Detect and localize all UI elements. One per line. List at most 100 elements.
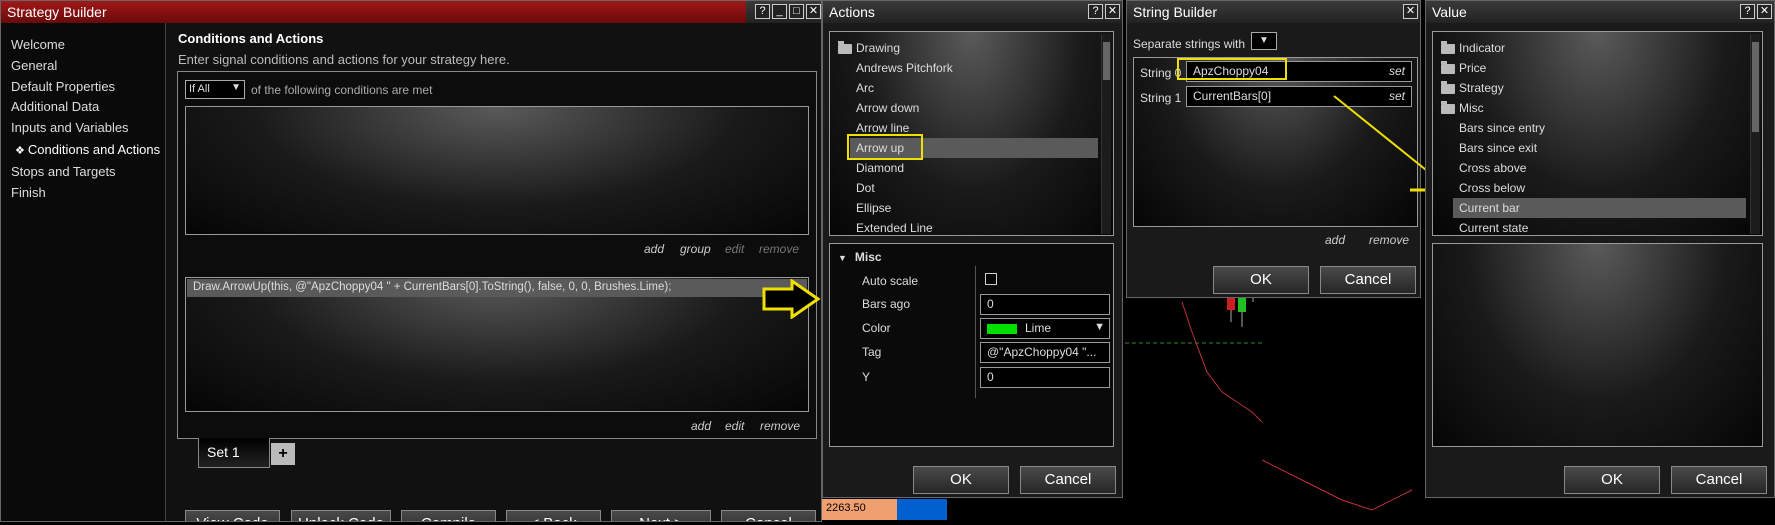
back-button[interactable]: < Back [506, 510, 601, 521]
color-swatch [987, 323, 1017, 334]
indicator-line-3 [1261, 459, 1413, 511]
bars-ago-input[interactable]: 0 [980, 294, 1110, 315]
tree-item[interactable]: Ellipse [838, 198, 1098, 218]
tree-item[interactable]: Current state [1441, 218, 1746, 235]
misc-section-header[interactable]: ▼ Misc [838, 250, 882, 264]
minimize-icon[interactable]: _ [772, 4, 787, 19]
tree-item[interactable]: Cross below [1441, 178, 1746, 198]
cancel-button[interactable]: Cancel [721, 510, 816, 521]
nav-default-properties[interactable]: Default Properties [11, 79, 115, 94]
tree-item[interactable]: Cross above [1441, 158, 1746, 178]
condition-select[interactable]: If All ▼ [185, 80, 245, 99]
property-divider [975, 266, 976, 398]
actions-add-link[interactable]: add [691, 419, 711, 433]
y-input[interactable]: 0 [980, 367, 1110, 388]
auto-scale-checkbox[interactable] [985, 273, 997, 285]
chevron-down-icon: ▼ [1259, 35, 1269, 46]
tree-item[interactable]: Diamond [838, 158, 1098, 178]
actions-list[interactable]: Draw.ArrowUp(this, @"ApzChoppy04 " + Cur… [185, 277, 809, 412]
separate-label: Separate strings with [1133, 37, 1246, 51]
conditions-add-link[interactable]: add [644, 242, 664, 256]
actions-tree-scrollbar[interactable] [1101, 34, 1111, 234]
tab-set-1[interactable]: Set 1 [198, 438, 270, 468]
strategy-builder-window: Strategy Builder ? _ □ ✕ Welcome General… [0, 0, 822, 522]
tree-item[interactable]: Bars since entry [1441, 118, 1746, 138]
tag-input[interactable]: @"ApzChoppy04 "... [980, 342, 1110, 363]
conditions-list[interactable] [185, 106, 809, 235]
nav-welcome[interactable]: Welcome [11, 37, 65, 52]
nav-general[interactable]: General [11, 58, 57, 73]
string-row-label: String 1 [1140, 91, 1182, 105]
tree-item[interactable]: Andrews Pitchfork [838, 58, 1098, 78]
value-titlebar[interactable]: Value ? ✕ [1426, 1, 1774, 23]
tree-item[interactable]: Arc [838, 78, 1098, 98]
tree-folder-strategy[interactable]: Strategy [1441, 78, 1746, 98]
cancel-button[interactable]: Cancel [1020, 466, 1116, 494]
tree-folder-misc[interactable]: Misc [1441, 98, 1746, 118]
tree-item-selected[interactable]: Current bar [1453, 198, 1746, 218]
cancel-button[interactable]: Cancel [1671, 466, 1767, 494]
close-icon[interactable]: ✕ [806, 4, 821, 19]
folder-icon [1441, 40, 1455, 54]
nav-additional-data[interactable]: Additional Data [11, 99, 99, 114]
strings-add-link[interactable]: add [1325, 233, 1345, 247]
strategy-builder-titlebar[interactable]: Strategy Builder [1, 1, 746, 23]
action-row[interactable]: Draw.ArrowUp(this, @"ApzChoppy04 " + Cur… [187, 279, 807, 297]
highlight-box-arrow-up [847, 134, 923, 160]
color-select[interactable]: Lime ▼ [980, 318, 1110, 339]
chevron-down-icon: ▼ [231, 82, 241, 93]
ok-button[interactable]: OK [1564, 466, 1660, 494]
conditions-remove-link[interactable]: remove [759, 242, 799, 256]
help-icon[interactable]: ? [1088, 4, 1103, 19]
value-properties-panel [1432, 243, 1763, 447]
set-link[interactable]: set [1389, 64, 1405, 78]
highlight-box-string-0 [1177, 58, 1287, 80]
section-title: Conditions and Actions [178, 31, 324, 46]
actions-remove-link[interactable]: remove [760, 419, 800, 433]
nav-conditions-actions[interactable]: ❖ Conditions and Actions [15, 142, 160, 157]
tree-item[interactable]: Extended Line [838, 218, 1098, 235]
conditions-edit-link[interactable]: edit [725, 242, 744, 256]
close-icon[interactable]: ✕ [1757, 4, 1772, 19]
folder-icon [1441, 60, 1455, 74]
ok-button[interactable]: OK [1213, 266, 1309, 294]
tree-folder-drawing[interactable]: Drawing [838, 38, 1098, 58]
close-icon[interactable]: ✕ [1105, 4, 1120, 19]
tree-folder-indicator[interactable]: Indicator [1441, 38, 1746, 58]
chart-line-fragment [1261, 440, 1422, 522]
folder-open-icon [1441, 100, 1455, 114]
actions-titlebar[interactable]: Actions ? ✕ [823, 1, 1122, 23]
active-bullet-icon: ❖ [15, 145, 25, 157]
strings-remove-link[interactable]: remove [1369, 233, 1409, 247]
section-subtitle: Enter signal conditions and actions for … [178, 52, 510, 67]
actions-edit-link[interactable]: edit [725, 419, 744, 433]
color-label: Color [862, 321, 891, 335]
ok-button[interactable]: OK [913, 466, 1009, 494]
folder-icon [1441, 80, 1455, 94]
value-dialog: Value ? ✕ Indicator Price Strategy Misc … [1425, 0, 1775, 498]
tree-folder-price[interactable]: Price [1441, 58, 1746, 78]
cancel-button[interactable]: Cancel [1320, 266, 1416, 294]
string-builder-titlebar[interactable]: String Builder ✕ [1127, 1, 1420, 23]
yellow-arrow-icon [762, 279, 821, 319]
view-code-button[interactable]: View Code [185, 510, 280, 521]
value-tree-scrollbar[interactable] [1750, 34, 1760, 234]
nav-stops-targets[interactable]: Stops and Targets [11, 164, 116, 179]
unlock-code-button[interactable]: Unlock Code [291, 510, 391, 521]
nav-finish[interactable]: Finish [11, 185, 46, 200]
maximize-icon[interactable]: □ [789, 4, 804, 19]
tree-item[interactable]: Arrow down [838, 98, 1098, 118]
add-set-button[interactable]: + [271, 443, 295, 465]
auto-scale-label: Auto scale [862, 274, 919, 288]
next-button[interactable]: Next > [611, 510, 711, 521]
separator-select[interactable]: ▼ [1251, 32, 1277, 50]
compile-button[interactable]: Compile [401, 510, 496, 521]
nav-inputs-variables[interactable]: Inputs and Variables [11, 120, 129, 135]
tree-item[interactable]: Dot [838, 178, 1098, 198]
close-icon[interactable]: ✕ [1403, 4, 1418, 19]
help-icon[interactable]: ? [755, 4, 770, 19]
tree-item[interactable]: Bars since exit [1441, 138, 1746, 158]
help-icon[interactable]: ? [1740, 4, 1755, 19]
properties-panel: ▼ Misc Auto scale Bars ago 0 Color Lime ▼… [829, 243, 1114, 447]
conditions-group-link[interactable]: group [680, 242, 711, 256]
